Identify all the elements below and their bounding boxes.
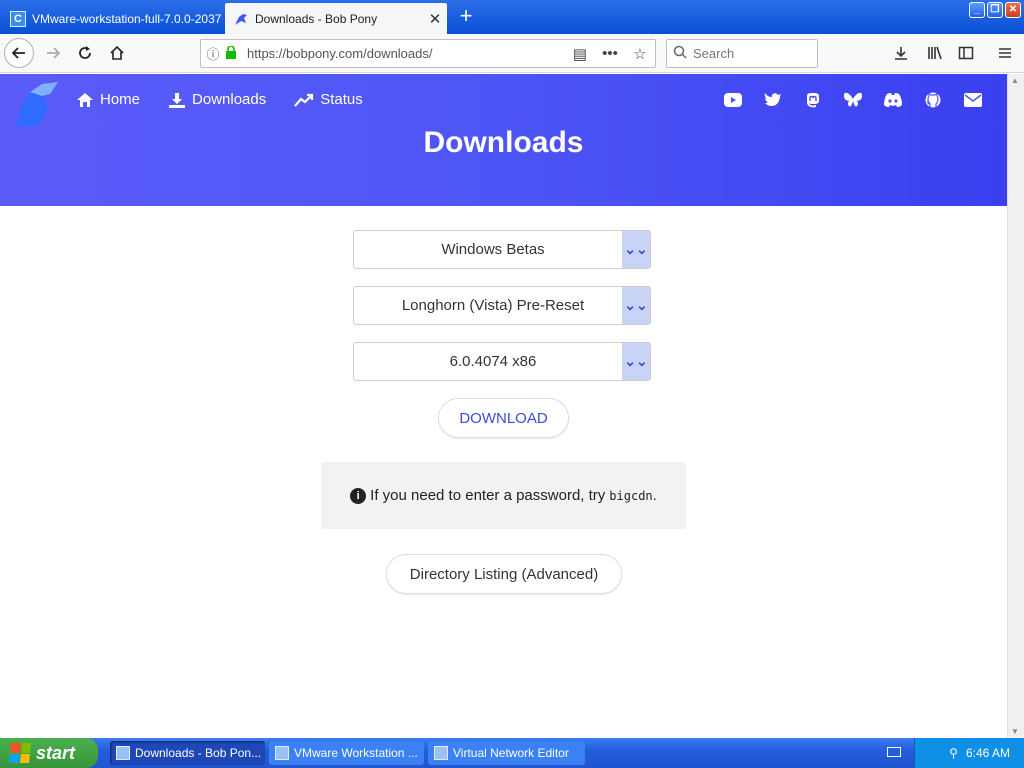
library-icon xyxy=(928,46,942,60)
notice-text: If you need to enter a password, try xyxy=(370,487,606,504)
navigation-toolbar: ⓘ https://bobpony.com/downloads/ ▤ ••• ☆ xyxy=(0,34,1024,73)
task-label: Downloads - Bob Pon... xyxy=(135,746,262,760)
bluesky-icon[interactable] xyxy=(843,90,863,110)
download-arrow-icon xyxy=(895,47,907,60)
discord-icon[interactable] xyxy=(883,90,903,110)
new-tab-button[interactable]: + xyxy=(454,4,478,28)
build-value: 6.0.4074 x86 xyxy=(449,353,537,370)
back-button[interactable] xyxy=(4,38,34,68)
windows-logo-icon xyxy=(8,743,32,763)
nav-downloads-label: Downloads xyxy=(192,91,267,108)
tab-strip: C VMware-workstation-full-7.0.0-2037 Dow… xyxy=(0,0,1024,34)
hamburger-icon xyxy=(999,48,1011,58)
email-icon[interactable] xyxy=(963,90,983,110)
vmware-icon xyxy=(275,746,289,760)
back-arrow-icon xyxy=(11,47,25,59)
page-title: Downloads xyxy=(423,126,584,159)
taskbar: start Downloads - Bob Pon... VMware Work… xyxy=(0,738,1024,768)
youtube-icon[interactable] xyxy=(723,90,743,110)
product-select[interactable]: Longhorn (Vista) Pre-Reset ⌄⌄ xyxy=(353,286,651,325)
clock[interactable]: 6:46 AM xyxy=(966,746,1010,760)
search-icon xyxy=(673,45,687,62)
forward-arrow-icon xyxy=(47,47,61,59)
menu-button[interactable] xyxy=(990,38,1020,68)
chevron-down-icon: ⌄⌄ xyxy=(622,287,650,324)
product-value: Longhorn (Vista) Pre-Reset xyxy=(401,297,585,314)
info-icon[interactable]: ⓘ xyxy=(201,44,225,63)
scroll-down-icon[interactable]: ▼ xyxy=(1011,727,1019,736)
window-controls: _ ❐ ✕ xyxy=(969,2,1021,18)
maximize-button[interactable]: ❐ xyxy=(987,2,1003,18)
taskbar-item-browser[interactable]: Downloads - Bob Pon... xyxy=(110,741,265,765)
download-icon xyxy=(169,92,186,108)
start-label: start xyxy=(36,742,76,763)
password-code: bigcdn xyxy=(609,488,653,503)
search-input[interactable] xyxy=(693,46,803,61)
nav-status-label: Status xyxy=(320,91,363,108)
tab-downloads[interactable]: Downloads - Bob Pony ✕ xyxy=(225,3,447,34)
home-icon xyxy=(77,92,93,107)
build-select[interactable]: 6.0.4074 x86 ⌄⌄ xyxy=(353,342,651,381)
bobpony-favicon-icon xyxy=(233,11,249,27)
bookmark-star-icon[interactable]: ☆ xyxy=(625,45,655,63)
bobpony-logo-icon[interactable] xyxy=(12,78,62,126)
download-button[interactable]: DOWNLOAD xyxy=(438,398,569,438)
start-button[interactable]: start xyxy=(0,738,98,768)
chevron-down-icon: ⌄⌄ xyxy=(622,231,650,268)
task-label: VMware Workstation ... xyxy=(294,746,418,760)
reader-view-icon[interactable]: ▤ xyxy=(565,45,595,63)
web-page: Home Downloads Status Downloads Windows … xyxy=(0,74,1007,738)
url-bar[interactable]: ⓘ https://bobpony.com/downloads/ ▤ ••• ☆ xyxy=(200,39,656,68)
twitter-icon[interactable] xyxy=(763,90,783,110)
tab-title: Downloads - Bob Pony xyxy=(255,11,378,26)
forward-button[interactable] xyxy=(38,38,68,68)
close-tab-icon[interactable]: ✕ xyxy=(423,10,447,28)
page-favicon-icon: C xyxy=(10,10,26,27)
page-actions-icon[interactable]: ••• xyxy=(595,45,625,62)
sidebar-icon xyxy=(958,46,974,60)
lock-icon xyxy=(225,44,243,62)
scroll-up-icon[interactable]: ▲ xyxy=(1011,76,1019,85)
social-links xyxy=(723,90,983,110)
tab-vmware[interactable]: C VMware-workstation-full-7.0.0-2037 xyxy=(4,3,222,34)
keyboard-icon[interactable] xyxy=(887,747,901,757)
hero-header: Home Downloads Status Downloads xyxy=(0,74,1007,206)
downloads-toolbar-button[interactable] xyxy=(886,38,916,68)
nav-home[interactable]: Home xyxy=(76,91,140,108)
home-icon xyxy=(110,45,124,60)
network-icon[interactable]: ⚲ xyxy=(949,746,958,760)
nav-home-label: Home xyxy=(100,91,141,108)
system-tray: ⚲ 6:46 AM xyxy=(914,738,1024,768)
info-circle-icon: i xyxy=(350,487,367,504)
nav-status[interactable]: Status xyxy=(294,91,363,108)
search-bar[interactable] xyxy=(666,39,818,68)
url-text: https://bobpony.com/downloads/ xyxy=(247,46,433,61)
nav-downloads[interactable]: Downloads xyxy=(168,91,266,108)
sidebar-toggle-button[interactable] xyxy=(951,38,981,68)
mastodon-icon[interactable] xyxy=(803,90,823,110)
task-label: Virtual Network Editor xyxy=(453,746,569,760)
firefox-icon xyxy=(116,746,130,760)
chevron-down-icon: ⌄⌄ xyxy=(622,343,650,380)
close-window-button[interactable]: ✕ xyxy=(1005,2,1021,18)
category-select[interactable]: Windows Betas ⌄⌄ xyxy=(353,230,651,269)
reload-button[interactable] xyxy=(70,38,100,68)
github-icon[interactable] xyxy=(923,90,943,110)
taskbar-item-network-editor[interactable]: Virtual Network Editor xyxy=(428,741,585,765)
network-editor-icon xyxy=(434,746,448,760)
taskbar-item-vmware[interactable]: VMware Workstation ... xyxy=(269,741,424,765)
library-button[interactable] xyxy=(920,38,950,68)
directory-listing-button[interactable]: Directory Listing (Advanced) xyxy=(386,554,622,594)
category-value: Windows Betas xyxy=(441,241,545,258)
vertical-scrollbar[interactable]: ▲ ▼ xyxy=(1007,74,1024,738)
site-nav: Home Downloads Status xyxy=(76,91,363,108)
tab-title: VMware-workstation-full-7.0.0-2037 xyxy=(32,11,222,26)
home-button[interactable] xyxy=(102,38,132,68)
minimize-button[interactable]: _ xyxy=(969,2,985,18)
reload-icon xyxy=(79,46,91,59)
password-notice: i If you need to enter a password, try b… xyxy=(321,462,686,529)
trend-icon xyxy=(294,93,314,107)
